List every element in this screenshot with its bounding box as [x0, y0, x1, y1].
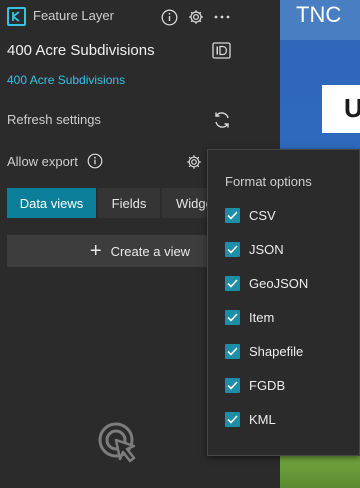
- map-header-text: TNC: [296, 2, 342, 27]
- format-options-dropdown: Format options CSV JSON GeoJSON Item Sha…: [207, 149, 360, 456]
- option-label: CSV: [249, 207, 276, 223]
- map-card-text: U: [344, 93, 360, 123]
- option-label: KML: [249, 411, 276, 427]
- id-icon[interactable]: [212, 42, 231, 59]
- option-label: FGDB: [249, 377, 286, 393]
- option-label: JSON: [249, 241, 284, 257]
- export-info-icon[interactable]: [87, 153, 103, 169]
- tab-fields[interactable]: Fields: [98, 188, 160, 218]
- allow-export-label: Allow export: [7, 154, 78, 169]
- option-shapefile[interactable]: Shapefile: [225, 342, 303, 360]
- create-view-label: Create a view: [110, 243, 191, 259]
- option-label: Shapefile: [249, 343, 304, 359]
- refresh-settings-label: Refresh settings: [7, 112, 101, 127]
- option-label: GeoJSON: [249, 275, 309, 291]
- checkbox-checked-icon[interactable]: [225, 343, 240, 359]
- info-icon[interactable]: [160, 8, 178, 26]
- plus-icon: +: [89, 240, 102, 262]
- layer-link[interactable]: 400 Acre Subdivisions: [7, 73, 125, 87]
- checkbox-checked-icon[interactable]: [225, 207, 240, 223]
- option-csv[interactable]: CSV: [225, 206, 276, 224]
- layer-title: 400 Acre Subdivisions: [7, 42, 155, 59]
- option-geojson[interactable]: GeoJSON: [225, 274, 308, 292]
- checkbox-checked-icon[interactable]: [225, 411, 240, 427]
- cursor-target-icon: [96, 420, 142, 468]
- export-settings-gear-icon[interactable]: [186, 154, 202, 170]
- more-options-icon[interactable]: [213, 8, 231, 26]
- refresh-icon[interactable]: [212, 110, 232, 130]
- checkbox-checked-icon[interactable]: [225, 241, 240, 257]
- option-item[interactable]: Item: [225, 308, 274, 326]
- option-kml[interactable]: KML: [225, 410, 276, 428]
- map-header: TNC: [280, 0, 360, 40]
- checkbox-checked-icon[interactable]: [225, 377, 240, 393]
- checkbox-checked-icon[interactable]: [225, 309, 240, 325]
- option-json[interactable]: JSON: [225, 240, 284, 258]
- layer-type-label: Feature Layer: [33, 8, 114, 23]
- option-fgdb[interactable]: FGDB: [225, 376, 285, 394]
- gear-icon[interactable]: [187, 8, 205, 26]
- feature-layer-icon: [7, 7, 26, 26]
- tab-data-views[interactable]: Data views: [7, 188, 96, 218]
- format-options-title: Format options: [225, 174, 312, 189]
- map-card: U: [322, 85, 360, 133]
- panel-header: Feature Layer: [0, 0, 280, 34]
- option-label: Item: [249, 309, 275, 325]
- checkbox-checked-icon[interactable]: [225, 275, 240, 291]
